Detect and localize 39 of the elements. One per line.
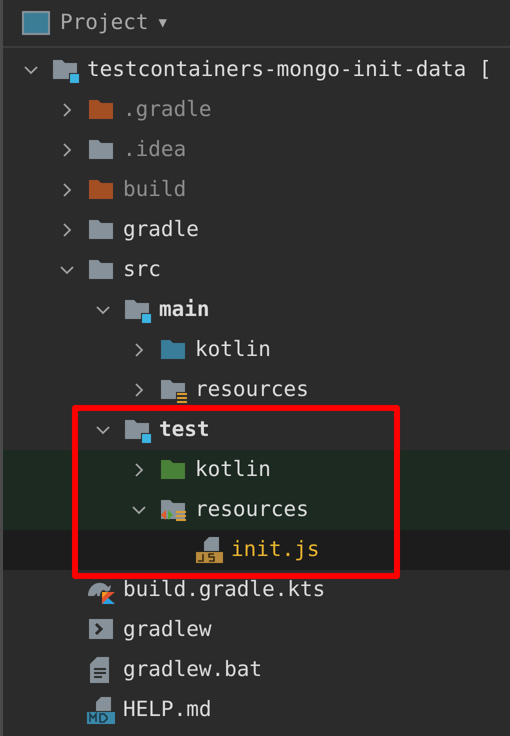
item-label: HELP.md <box>123 696 212 724</box>
tree-item[interactable]: resources <box>3 370 510 410</box>
item-label: main <box>159 296 210 324</box>
item-label: gradlew <box>123 616 212 644</box>
tree-item[interactable]: src <box>3 250 510 290</box>
item-label: kotlin <box>195 336 271 364</box>
tree-item[interactable]: resources <box>3 490 510 530</box>
tree-item[interactable]: main <box>3 290 510 330</box>
window-icon <box>22 11 50 35</box>
item-label: resources <box>195 496 309 524</box>
markdown-file-icon <box>87 696 115 724</box>
item-label: testcontainers-mongo-init-data [ <box>87 56 492 84</box>
tree-item[interactable]: testcontainers-mongo-init-data [ <box>3 50 510 90</box>
tree-item[interactable]: build <box>3 170 510 210</box>
item-label: src <box>123 256 161 284</box>
item-label: test <box>159 416 210 444</box>
item-label: .gradle <box>123 96 212 124</box>
tree-item[interactable]: init.js <box>3 530 510 570</box>
tree-item[interactable]: build.gradle.kts <box>3 570 510 610</box>
tree-item[interactable]: .idea <box>3 130 510 170</box>
tree-item[interactable]: HELP.md <box>3 690 510 730</box>
tree-item[interactable]: test <box>3 410 510 450</box>
item-label: .idea <box>123 136 186 164</box>
item-label: build.gradle.kts <box>123 576 326 604</box>
item-label: kotlin <box>195 456 271 484</box>
tree-item[interactable]: kotlin <box>3 330 510 370</box>
item-label: gradle <box>123 216 199 244</box>
item-label: gradlew.bat <box>123 656 262 684</box>
tree-item[interactable]: gradle <box>3 210 510 250</box>
dropdown-caret[interactable]: ▼ <box>158 12 167 34</box>
tree-item[interactable]: .gradle <box>3 90 510 130</box>
item-label: init.js <box>231 536 320 564</box>
js-file-icon <box>195 536 223 564</box>
panel-title: Project <box>60 9 149 36</box>
tree-item[interactable]: gradlew.bat <box>3 650 510 690</box>
item-label: build <box>123 176 186 204</box>
tree-item[interactable]: kotlin <box>3 450 510 490</box>
tree-item[interactable]: gradlew <box>3 610 510 650</box>
item-label: resources <box>195 376 309 404</box>
